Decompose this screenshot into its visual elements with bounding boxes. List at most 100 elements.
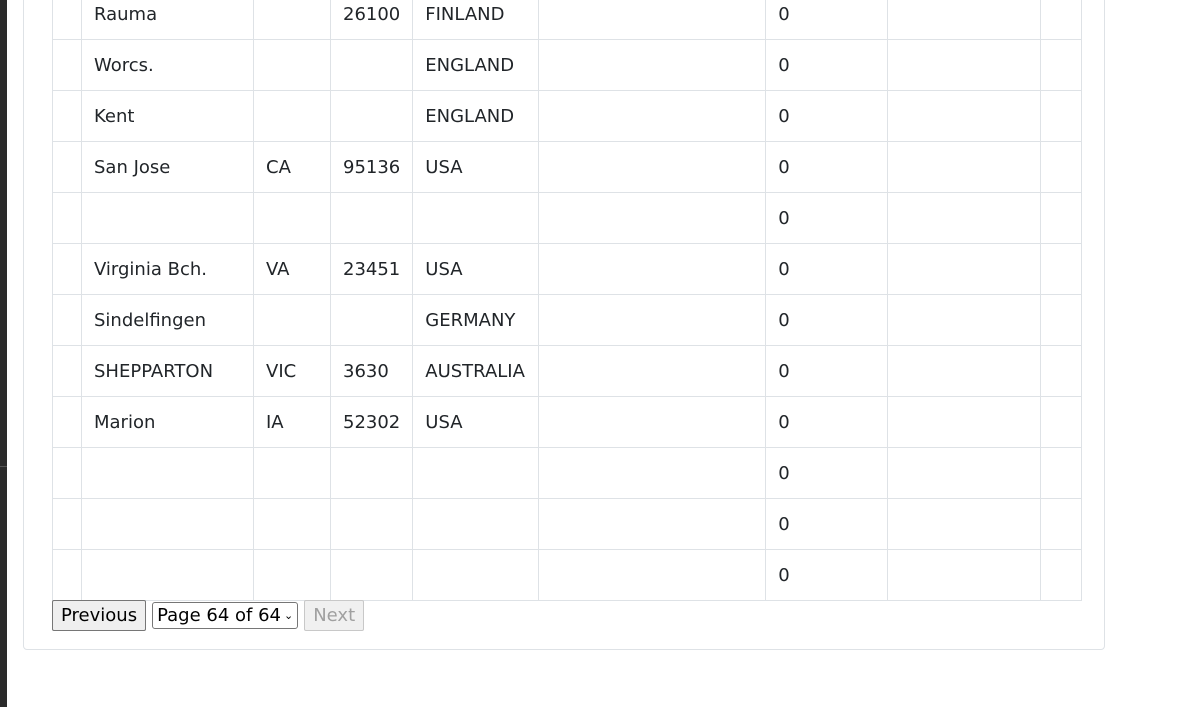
cell-extra: [538, 294, 767, 346]
table-row: 0: [52, 498, 1083, 550]
cell-col8: [1040, 396, 1083, 448]
cell-col7: [887, 549, 1042, 601]
cell-zip: [329, 549, 414, 601]
cell-checkbox: [52, 0, 82, 40]
cell-col8: [1040, 243, 1083, 295]
cell-city: SHEPPARTON: [81, 345, 254, 397]
cell-city: Kent: [81, 90, 254, 142]
cell-city: Rauma: [81, 0, 254, 40]
cell-value: 0: [765, 90, 889, 142]
page-select[interactable]: Page 64 of 64 ⌄: [152, 602, 299, 629]
cell-city: [81, 549, 254, 601]
cell-col8: [1040, 0, 1083, 40]
cell-city: Worcs.: [81, 39, 254, 91]
cell-extra: [538, 243, 767, 295]
cell-country: ENGLAND: [412, 90, 540, 142]
cell-zip: [329, 192, 414, 244]
cell-country: GERMANY: [412, 294, 540, 346]
cell-col7: [887, 243, 1042, 295]
cell-zip: [329, 447, 414, 499]
cell-col7: [887, 0, 1042, 40]
table-row: 0: [52, 549, 1083, 601]
cell-col7: [887, 39, 1042, 91]
table-row: SHEPPARTON VIC 3630 AUSTRALIA 0: [52, 345, 1083, 397]
cell-checkbox: [52, 447, 82, 499]
cell-col7: [887, 498, 1042, 550]
cell-value: 0: [765, 498, 889, 550]
table-row: Marion IA 52302 USA 0: [52, 396, 1083, 448]
cell-state: CA: [253, 141, 331, 193]
cell-state: [253, 549, 331, 601]
cell-col7: [887, 447, 1042, 499]
cell-extra: [538, 396, 767, 448]
cell-col7: [887, 90, 1042, 142]
table-body: Rauma 26100 FINLAND 0 Worcs. ENGLAND 0 Kent ENGL…: [52, 0, 1083, 601]
previous-button[interactable]: Previous: [52, 600, 147, 631]
cell-zip: 23451: [329, 243, 414, 295]
cell-col8: [1040, 192, 1083, 244]
cell-checkbox: [52, 345, 82, 397]
cell-col8: [1040, 90, 1083, 142]
pagination: Previous Page 64 of 64 ⌄ Next: [52, 600, 365, 631]
table-row: Worcs. ENGLAND 0: [52, 39, 1083, 91]
cell-value: 0: [765, 39, 889, 91]
cell-extra: [538, 39, 767, 91]
cell-value: 0: [765, 447, 889, 499]
cell-value: 0: [765, 141, 889, 193]
cell-state: VIC: [253, 345, 331, 397]
cell-col8: [1040, 549, 1083, 601]
cell-value: 0: [765, 549, 889, 601]
cell-checkbox: [52, 549, 82, 601]
cell-zip: 95136: [329, 141, 414, 193]
cell-col7: [887, 294, 1042, 346]
cell-extra: [538, 345, 767, 397]
cell-checkbox: [52, 396, 82, 448]
cell-city: Sindelfingen: [81, 294, 254, 346]
cell-country: [412, 192, 540, 244]
cell-state: VA: [253, 243, 331, 295]
cell-city: Marion: [81, 396, 254, 448]
cell-state: [253, 498, 331, 550]
cell-city: [81, 192, 254, 244]
cell-state: [253, 90, 331, 142]
cell-checkbox: [52, 141, 82, 193]
cell-value: 0: [765, 243, 889, 295]
cell-col8: [1040, 345, 1083, 397]
cell-zip: 52302: [329, 396, 414, 448]
cell-city: San Jose: [81, 141, 254, 193]
cell-zip: 3630: [329, 345, 414, 397]
cell-country: FINLAND: [412, 0, 540, 40]
table-row: 0: [52, 192, 1083, 244]
cell-country: [412, 447, 540, 499]
cell-checkbox: [52, 192, 82, 244]
cell-country: AUSTRALIA: [412, 345, 540, 397]
cell-state: [253, 447, 331, 499]
cell-col8: [1040, 498, 1083, 550]
cell-country: [412, 498, 540, 550]
cell-col7: [887, 141, 1042, 193]
table-row: Virginia Bch. VA 23451 USA 0: [52, 243, 1083, 295]
cell-zip: [329, 294, 414, 346]
cell-state: [253, 39, 331, 91]
next-button[interactable]: Next: [304, 600, 365, 631]
cell-extra: [538, 141, 767, 193]
cell-extra: [538, 498, 767, 550]
chevron-down-icon: ⌄: [283, 609, 294, 622]
cell-country: ENGLAND: [412, 39, 540, 91]
cell-value: 0: [765, 294, 889, 346]
cell-col7: [887, 345, 1042, 397]
cell-checkbox: [52, 498, 82, 550]
cell-checkbox: [52, 243, 82, 295]
cell-extra: [538, 549, 767, 601]
cell-city: Virginia Bch.: [81, 243, 254, 295]
cell-zip: [329, 498, 414, 550]
cell-country: USA: [412, 243, 540, 295]
table-row: Sindelfingen GERMANY 0: [52, 294, 1083, 346]
cell-city: [81, 447, 254, 499]
cell-country: USA: [412, 396, 540, 448]
cell-zip: [329, 90, 414, 142]
cell-state: [253, 0, 331, 40]
cell-col8: [1040, 447, 1083, 499]
table-row: Rauma 26100 FINLAND 0: [52, 0, 1083, 40]
cell-city: [81, 498, 254, 550]
